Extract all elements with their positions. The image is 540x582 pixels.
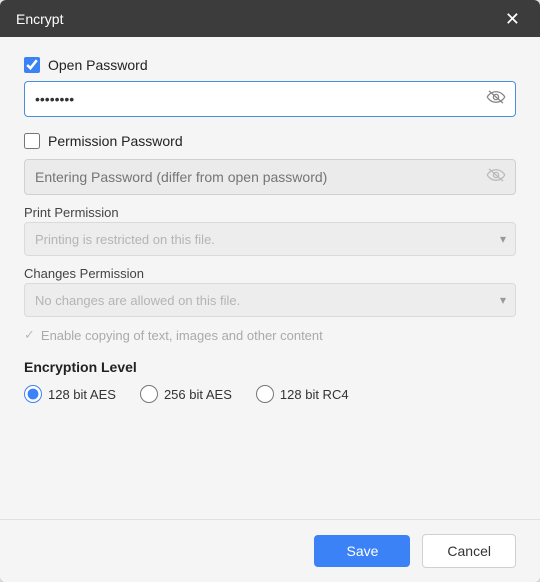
open-password-row: Open Password	[24, 57, 516, 73]
radio-128rc4[interactable]: 128 bit RC4	[256, 385, 349, 403]
dialog-body: Open Password Permission Password	[0, 37, 540, 519]
encryption-radio-group: 128 bit AES 256 bit AES 128 bit RC4	[24, 385, 516, 403]
copy-content-label: Enable copying of text, images and other…	[41, 328, 323, 343]
dialog-footer: Save Cancel	[0, 519, 540, 582]
open-password-input[interactable]	[24, 81, 516, 117]
copy-content-row: ✓ Enable copying of text, images and oth…	[24, 327, 516, 343]
toggle-open-password-icon[interactable]	[486, 90, 506, 109]
open-password-checkbox[interactable]	[24, 57, 40, 73]
permission-password-input[interactable]	[24, 159, 516, 195]
copy-check-icon: ✓	[24, 327, 35, 343]
toggle-permission-password-icon[interactable]	[486, 168, 506, 187]
radio-128rc4-input[interactable]	[256, 385, 274, 403]
encryption-section: Encryption Level 128 bit AES 256 bit AES…	[24, 359, 516, 403]
radio-128aes-input[interactable]	[24, 385, 42, 403]
radio-256aes-input[interactable]	[140, 385, 158, 403]
permission-password-input-wrapper	[24, 159, 516, 195]
radio-128rc4-label: 128 bit RC4	[280, 387, 349, 402]
cancel-button[interactable]: Cancel	[422, 534, 516, 568]
encrypt-dialog: Encrypt ✕ Open Password	[0, 0, 540, 582]
changes-permission-group: Changes Permission No changes are allowe…	[24, 266, 516, 317]
dialog-title: Encrypt	[16, 11, 63, 27]
encryption-level-title: Encryption Level	[24, 359, 516, 375]
open-password-label[interactable]: Open Password	[48, 57, 148, 73]
permission-password-section: Permission Password Print Permission	[24, 133, 516, 343]
radio-128aes[interactable]: 128 bit AES	[24, 385, 116, 403]
radio-256aes[interactable]: 256 bit AES	[140, 385, 232, 403]
radio-256aes-label: 256 bit AES	[164, 387, 232, 402]
print-permission-select[interactable]: Printing is restricted on this file.	[24, 222, 516, 256]
print-permission-label: Print Permission	[24, 205, 516, 220]
changes-permission-select[interactable]: No changes are allowed on this file.	[24, 283, 516, 317]
permission-password-row: Permission Password	[24, 133, 516, 149]
changes-permission-label: Changes Permission	[24, 266, 516, 281]
radio-128aes-label: 128 bit AES	[48, 387, 116, 402]
open-password-section: Open Password	[24, 57, 516, 117]
close-button[interactable]: ✕	[501, 8, 524, 30]
print-permission-select-wrapper: Printing is restricted on this file. ▾	[24, 222, 516, 256]
open-password-input-wrapper	[24, 81, 516, 117]
print-permission-group: Print Permission Printing is restricted …	[24, 205, 516, 256]
permission-password-label[interactable]: Permission Password	[48, 133, 183, 149]
permission-password-checkbox[interactable]	[24, 133, 40, 149]
changes-permission-select-wrapper: No changes are allowed on this file. ▾	[24, 283, 516, 317]
save-button[interactable]: Save	[314, 535, 410, 567]
title-bar: Encrypt ✕	[0, 0, 540, 37]
